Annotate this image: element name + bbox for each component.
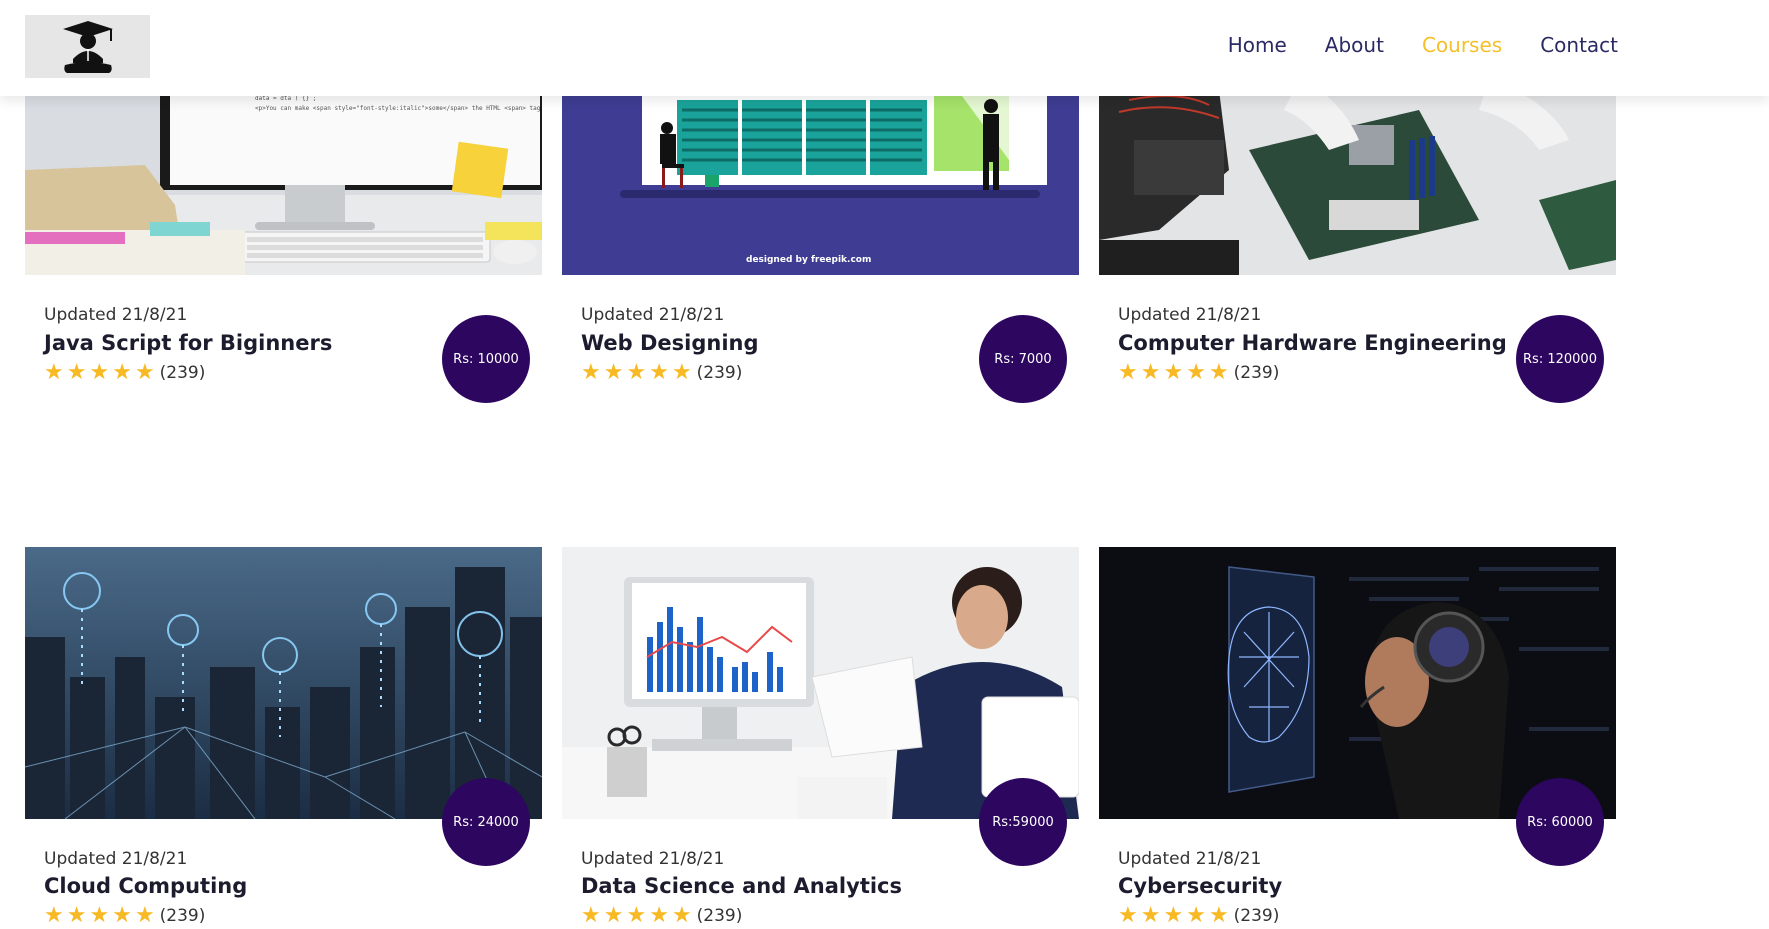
star-rating: ★ ★ ★ ★ ★ (239) [44,905,205,927]
star-icon: ★ [1186,360,1206,385]
star-icon: ★ [66,903,87,928]
logo[interactable] [25,15,150,78]
updated-date: Updated 21/8/21 [44,849,188,869]
star-icon: ★ [626,903,647,928]
course-title[interactable]: Cybersecurity [1118,874,1282,898]
rating-count: (239) [159,906,206,926]
price-badge[interactable]: Rs: 7000 [979,315,1067,403]
star-rating: ★ ★ ★ ★ ★ (239) [1118,905,1279,927]
course-image-data-science[interactable] [562,547,1079,819]
navbar: Home About Courses Contact [0,0,1769,96]
star-rating: ★ ★ ★ ★ ★ (239) [581,905,742,927]
star-icon: ★ [89,360,110,385]
star-icon: ★ [44,360,64,385]
star-icon: ★ [1208,360,1229,385]
star-icon: ★ [1186,903,1206,928]
star-icon: ★ [671,903,692,928]
rating-count: (239) [1233,906,1280,926]
star-rating: ★ ★ ★ ★ ★ (239) [1118,362,1279,384]
svg-text:data = dta ( {} ;: data = dta ( {} ; [255,95,316,102]
star-icon: ★ [1163,903,1184,928]
course-title[interactable]: Computer Hardware Engineering [1118,331,1507,355]
star-icon: ★ [89,903,110,928]
star-icon: ★ [1118,360,1138,385]
nav-menu: Home About Courses Contact [1228,33,1618,57]
star-icon: ★ [1140,360,1161,385]
price-badge[interactable]: Rs:59000 [979,778,1067,866]
rating-count: (239) [159,363,206,383]
course-card[interactable]: Rs: 24000 Updated 21/8/21 Cloud Computin… [25,547,542,929]
nav-home[interactable]: Home [1228,33,1287,57]
star-icon: ★ [626,360,647,385]
star-icon: ★ [1163,360,1184,385]
updated-date: Updated 21/8/21 [1118,849,1262,869]
nav-courses[interactable]: Courses [1422,33,1502,57]
course-image-cloud[interactable] [25,547,542,819]
course-image-cybersecurity[interactable] [1099,547,1616,819]
star-icon: ★ [1208,903,1229,928]
rating-count: (239) [1233,363,1280,383]
star-rating: ★ ★ ★ ★ ★ (239) [44,362,205,384]
star-icon: ★ [581,360,601,385]
course-title[interactable]: Web Designing [581,331,759,355]
price-badge[interactable]: Rs: 60000 [1516,778,1604,866]
updated-date: Updated 21/8/21 [581,849,725,869]
star-icon: ★ [649,360,669,385]
star-icon: ★ [112,360,132,385]
course-title[interactable]: Cloud Computing [44,874,247,898]
updated-date: Updated 21/8/21 [44,305,188,325]
star-icon: ★ [671,360,692,385]
star-icon: ★ [134,360,155,385]
price-badge[interactable]: Rs: 24000 [442,778,530,866]
star-icon: ★ [1140,903,1161,928]
rating-count: (239) [696,906,743,926]
star-icon: ★ [581,903,601,928]
course-title[interactable]: Java Script for Biginners [44,331,332,355]
rating-count: (239) [696,363,743,383]
course-title[interactable]: Data Science and Analytics [581,874,902,898]
nav-contact[interactable]: Contact [1540,33,1618,57]
nav-about[interactable]: About [1325,33,1384,57]
course-card[interactable]: Rs:59000 Updated 21/8/21 Data Science an… [562,547,1079,929]
star-icon: ★ [134,903,155,928]
image-credit: designed by freepik.com [746,255,871,265]
star-rating: ★ ★ ★ ★ ★ (239) [581,362,742,384]
star-icon: ★ [112,903,132,928]
updated-date: Updated 21/8/21 [1118,305,1262,325]
star-icon: ★ [44,903,64,928]
star-icon: ★ [649,903,669,928]
updated-date: Updated 21/8/21 [581,305,725,325]
price-badge[interactable]: Rs: 10000 [442,315,530,403]
star-icon: ★ [603,903,624,928]
graduate-icon [62,20,113,73]
svg-text:<p>You can make <span style="f: <p>You can make <span style="font-style:… [255,105,541,112]
course-card[interactable]: Rs: 60000 Updated 21/8/21 Cybersecurity … [1099,547,1616,929]
star-icon: ★ [603,360,624,385]
star-icon: ★ [66,360,87,385]
price-badge[interactable]: Rs: 120000 [1516,315,1604,403]
star-icon: ★ [1118,903,1138,928]
